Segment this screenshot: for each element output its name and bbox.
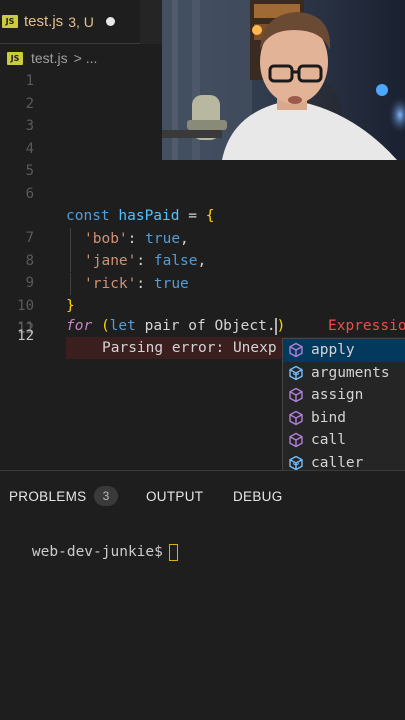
chevron-right-icon: > — [73, 50, 82, 66]
javascript-file-icon: JS — [2, 15, 18, 28]
suggestion-item[interactable]: arguments — [283, 362, 405, 385]
indent-guide — [70, 272, 71, 295]
webcam-overlay — [162, 0, 405, 160]
tab-output[interactable]: OUTPUT — [146, 487, 203, 507]
tab-git-status: 3, U — [68, 13, 94, 30]
code-text: const hasPaid = { — [66, 208, 215, 224]
parsing-error-message: Parsing error: Unexp — [102, 340, 277, 356]
suggestion-label: caller — [311, 454, 364, 471]
webcam-presenter-image — [162, 0, 405, 160]
code-line: 7 const hasPaid = { — [0, 205, 405, 246]
line-number: 1 — [25, 73, 34, 89]
javascript-file-icon: JS — [7, 51, 23, 65]
breadcrumb-ellipsis[interactable]: ... — [86, 50, 98, 66]
suggestion-item[interactable]: call — [283, 429, 405, 452]
method-cube-icon — [289, 433, 303, 448]
code-text: for (let pair of Object.) — [66, 317, 286, 335]
indent-guide — [70, 227, 71, 250]
inline-error-message: Expressio — [328, 318, 405, 334]
problems-count-badge: 3 — [94, 486, 118, 506]
method-cube-icon — [289, 388, 303, 403]
tab-filename: test.js — [24, 13, 64, 30]
code-text: } — [66, 298, 75, 314]
line-number: 6 — [25, 185, 34, 202]
property-icon — [289, 365, 303, 380]
suggestion-item[interactable]: assign — [283, 384, 405, 407]
method-cube-icon — [289, 410, 303, 425]
breadcrumb: JS test.js > ... — [0, 46, 97, 70]
terminal-prompt: web-dev-junkie$ — [31, 544, 163, 560]
indent-guide — [70, 250, 71, 272]
bottom-panel: PROBLEMS 3 OUTPUT DEBUG web-dev-junkie$ — [0, 470, 405, 720]
property-icon — [289, 455, 303, 470]
code-line: 11 } — [0, 295, 405, 336]
code-text: 'rick': true — [84, 275, 189, 292]
line-number: 4 — [25, 140, 34, 157]
line-number: 3 — [25, 118, 34, 134]
suggestion-label: arguments — [311, 364, 390, 381]
suggestion-item[interactable]: bind — [283, 407, 405, 430]
tab-test-js[interactable]: JS test.js 3, U — [0, 0, 140, 44]
code-line: 10 'rick': true — [0, 272, 405, 314]
tab-debug-console[interactable]: DEBUG — [233, 487, 283, 507]
suggestion-label: apply — [311, 342, 355, 359]
suggestion-label: assign — [311, 387, 364, 404]
tab-problems[interactable]: PROBLEMS — [9, 487, 86, 507]
code-line: 5 — [0, 160, 405, 182]
code-line-12[interactable]: for (let pair of Object.) Expressio — [0, 315, 405, 337]
terminal-cursor — [168, 543, 178, 561]
suggestion-label: call — [311, 432, 346, 449]
line-number: 2 — [25, 95, 34, 112]
code-line: 6 — [0, 183, 405, 205]
terminal-prompt-line[interactable]: web-dev-junkie$ — [0, 519, 178, 561]
unsaved-dot-icon[interactable] — [105, 17, 115, 26]
suggestion-label: bind — [311, 409, 346, 426]
line-number: 5 — [25, 163, 34, 179]
code-text: 'bob': true, — [84, 230, 189, 247]
method-cube-icon — [289, 343, 303, 358]
suggestion-item[interactable]: apply — [283, 339, 405, 362]
code-line: 9 'jane': false, — [0, 250, 405, 291]
code-text: 'jane': false, — [84, 253, 207, 269]
code-line: 8 'bob': true, — [0, 227, 405, 269]
breadcrumb-file[interactable]: test.js — [31, 50, 68, 66]
